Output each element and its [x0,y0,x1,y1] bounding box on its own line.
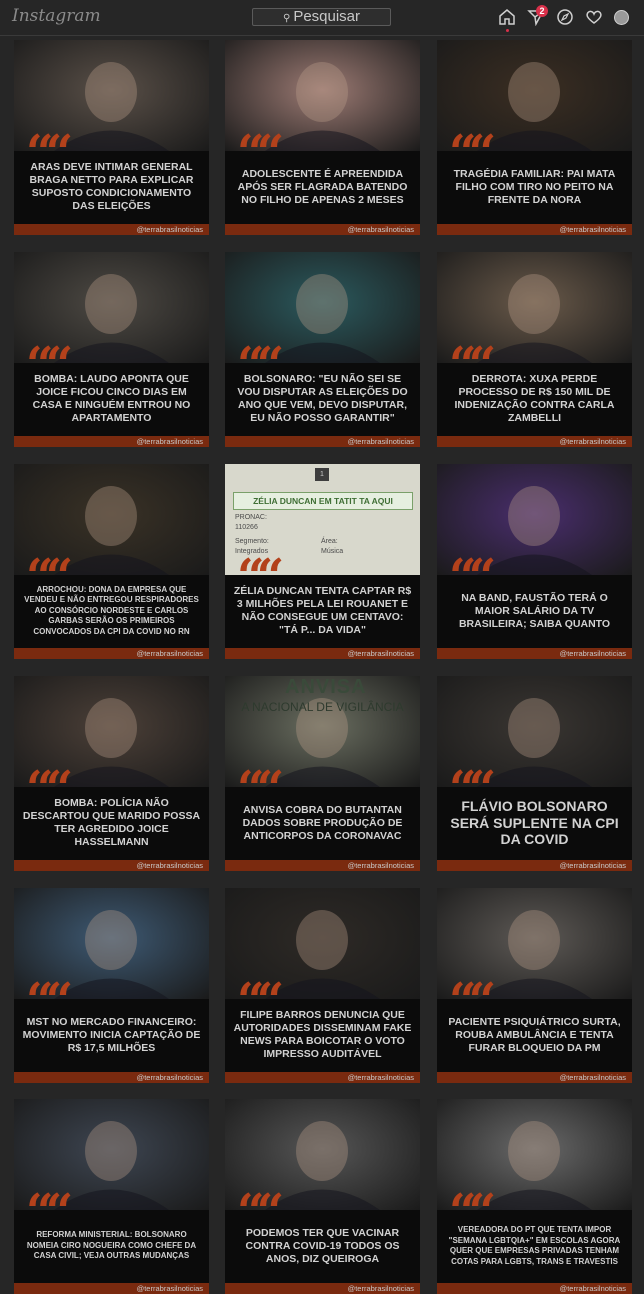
post-footer: @terrabrasilnoticias [437,436,632,447]
post-footer: @terrabrasilnoticias [225,224,420,235]
post-tile[interactable]: ““ MST no mercado financeiro: movimento i… [14,888,209,1083]
search-input[interactable]: ⚲ Pesquisar [252,8,391,26]
post-footer: @terrabrasilnoticias [225,860,420,871]
post-tile[interactable]: ZÉLIA DUNCAN EM TATIT TA AQUI 1 PRONAC: 110… [225,464,420,659]
source-handle: @terrabrasilnoticias [347,861,414,870]
source-handle: @terrabrasilnoticias [559,1284,626,1293]
post-footer: @terrabrasilnoticias [437,224,632,235]
post-headline: Zélia Duncan tenta captar R$ 3 milhões p… [233,585,412,636]
search-placeholder: Pesquisar [293,8,361,25]
post-headline: Paciente psiquiátrico surta, rouba ambul… [448,1015,621,1054]
source-handle: @terrabrasilnoticias [136,1284,203,1293]
post-tile[interactable]: ““ Bolsonaro: "Eu não sei se vou disputar… [225,252,420,447]
source-handle: @terrabrasilnoticias [559,225,626,234]
post-tile[interactable]: ““ Arrochou: dona da empresa que vendeu e… [14,464,209,659]
post-headline: Bomba: laudo aponta que Joice ficou cinc… [32,373,191,424]
source-handle: @terrabrasilnoticias [136,1073,203,1082]
post-tile[interactable]: ““ Reforma ministerial: Bolsonaro nomeia … [14,1099,209,1294]
source-handle: @terrabrasilnoticias [559,861,626,870]
post-headline: Filipe Barros denuncia que autoridades d… [233,1009,412,1060]
post-headline: Flávio Bolsonaro será suplente na CPI da… [450,798,619,848]
page-indicator[interactable]: 1 [315,468,329,481]
source-handle: @terrabrasilnoticias [136,437,203,446]
document-field: Música [321,548,344,555]
source-handle: @terrabrasilnoticias [347,225,414,234]
post-headline: Na Band, Faustão terá o maior salário da… [458,591,611,630]
document-field: PRONAC: [235,514,267,521]
active-indicator [506,29,509,32]
source-handle: @terrabrasilnoticias [136,861,203,870]
post-headline: Bomba: polícia não descartou que marido … [22,797,201,848]
post-tile[interactable]: ““ Filipe Barros denuncia que autoridades… [225,888,420,1083]
source-handle: @terrabrasilnoticias [559,649,626,658]
anvisa-banner: ANVISA [285,676,367,698]
post-headline: Tragédia familiar: pai mata filho com ti… [453,167,616,206]
search-icon: ⚲ [282,13,291,24]
post-footer: @terrabrasilnoticias [14,860,209,871]
source-handle: @terrabrasilnoticias [559,1073,626,1082]
post-headline: MST no mercado financeiro: movimento ini… [22,1015,201,1054]
post-headline: Arrochou: dona da empresa que vendeu e n… [24,584,199,636]
source-handle: @terrabrasilnoticias [559,437,626,446]
notification-badge: 2 [536,5,548,17]
post-footer: @terrabrasilnoticias [14,648,209,659]
post-tile[interactable]: ““ Tragédia familiar: pai mata filho com … [437,40,632,235]
source-handle: @terrabrasilnoticias [136,649,203,658]
post-tile[interactable]: ““ Bomba: polícia não descartou que marid… [14,676,209,871]
post-footer: @terrabrasilnoticias [14,224,209,235]
post-headline: Podemos ter que vacinar contra Covid-19 … [245,1226,400,1265]
source-handle: @terrabrasilnoticias [347,1284,414,1293]
post-headline: Bolsonaro: "Eu não sei se vou disputar a… [237,373,408,424]
post-footer: @terrabrasilnoticias [14,1283,209,1294]
post-headline: Anvisa cobra do Butantan dados sobre pro… [242,803,403,842]
post-tile[interactable]: ““ Paciente psiquiátrico surta, rouba amb… [437,888,632,1083]
source-handle: @terrabrasilnoticias [347,649,414,658]
document-field: Área: [321,538,338,545]
post-tile[interactable]: ““ Aras deve intimar general Braga Netto … [14,40,209,235]
post-footer: @terrabrasilnoticias [225,648,420,659]
source-handle: @terrabrasilnoticias [136,225,203,234]
post-footer: @terrabrasilnoticias [14,1072,209,1083]
source-handle: @terrabrasilnoticias [347,437,414,446]
post-footer: @terrabrasilnoticias [437,648,632,659]
post-tile[interactable]: ““ Bomba: laudo aponta que Joice ficou ci… [14,252,209,447]
post-tile[interactable]: ““ Podemos ter que vacinar contra Covid-1… [225,1099,420,1294]
post-tile[interactable]: ““ Adolescente é apreendida após ser flag… [225,40,420,235]
post-headline: Adolescente é apreendida após ser flagra… [237,167,408,206]
post-footer: @terrabrasilnoticias [225,1283,420,1294]
heart-icon[interactable] [585,8,603,26]
home-icon[interactable] [498,8,516,26]
top-navigation-bar: Instagram ⚲ Pesquisar 2 [0,0,644,36]
post-headline: Derrota: Xuxa perde processo de R$ 150 m… [454,373,615,424]
post-headline: Aras deve intimar general Braga Netto pa… [29,161,194,212]
post-tile[interactable]: ANVISA A NACIONAL DE VIGILÂNCIA ““ Anvisa c… [225,676,420,871]
profile-avatar[interactable] [614,10,629,25]
post-footer: @terrabrasilnoticias [437,1283,632,1294]
source-handle: @terrabrasilnoticias [347,1073,414,1082]
post-footer: @terrabrasilnoticias [437,860,632,871]
explore-icon[interactable] [556,8,574,26]
post-footer: @terrabrasilnoticias [225,436,420,447]
post-tile[interactable]: ““ Na Band, Faustão terá o maior salário … [437,464,632,659]
post-footer: @terrabrasilnoticias [225,1072,420,1083]
document-field: Segmento: [235,538,269,545]
post-headline: Reforma ministerial: Bolsonaro nomeia Ci… [26,1230,197,1261]
document-field: 110266 [235,524,258,531]
post-headline: Vereadora do PT que tenta impor "semana … [448,1225,621,1266]
post-tile[interactable]: ““ Flávio Bolsonaro será suplente na CPI … [437,676,632,871]
document-card-title: ZÉLIA DUNCAN EM TATIT TA AQUI [233,492,413,510]
post-footer: @terrabrasilnoticias [437,1072,632,1083]
post-tile[interactable]: ““ Derrota: Xuxa perde processo de R$ 150… [437,252,632,447]
anvisa-subtitle: A NACIONAL DE VIGILÂNCIA [241,700,404,714]
instagram-logo[interactable]: Instagram [12,6,101,26]
post-tile[interactable]: ““ Vereadora do PT que tenta impor "seman… [437,1099,632,1294]
post-footer: @terrabrasilnoticias [14,436,209,447]
